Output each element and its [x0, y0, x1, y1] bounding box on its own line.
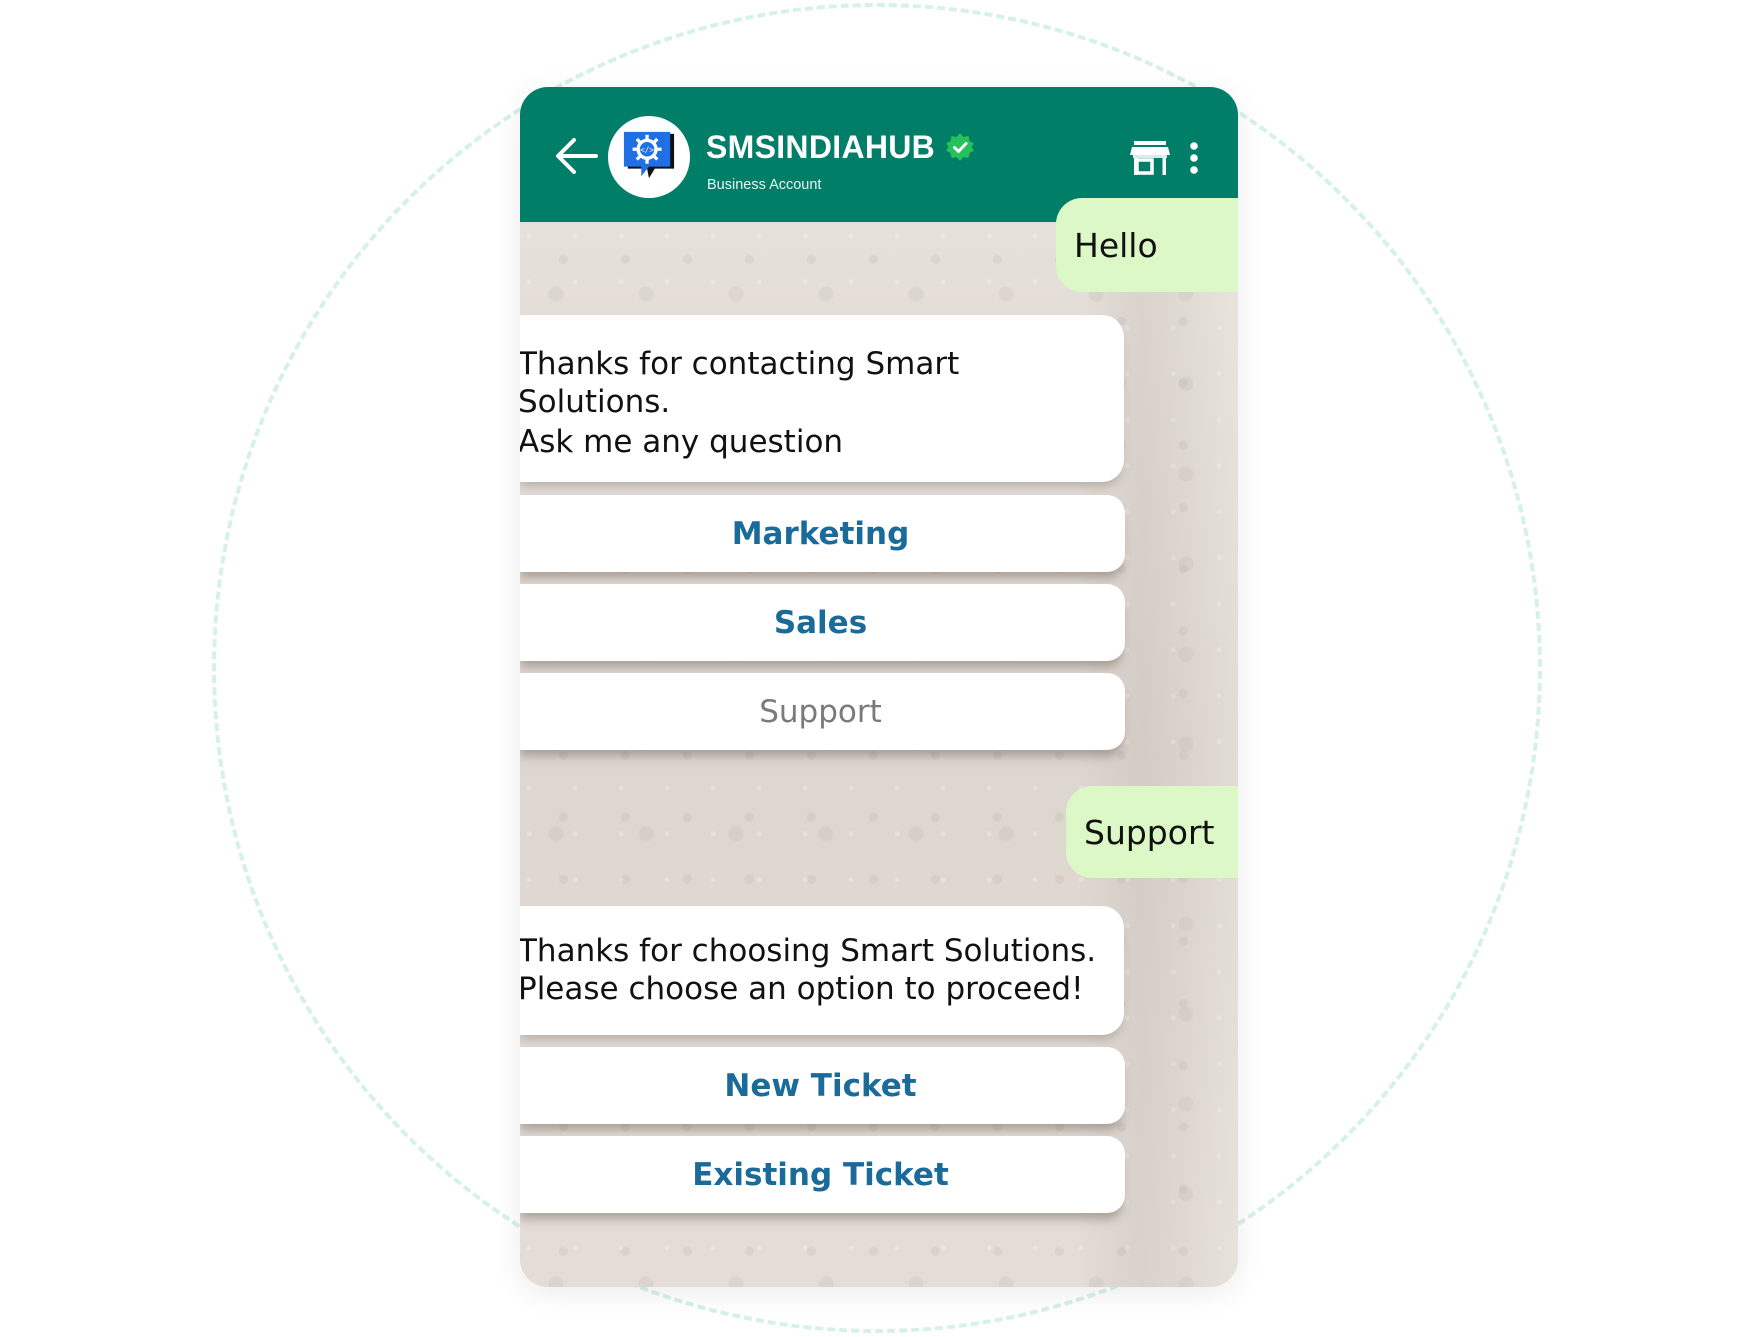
- quick-reply-support[interactable]: Support: [520, 673, 1125, 750]
- quick-reply-sales[interactable]: Sales: [520, 584, 1125, 661]
- button-label: Existing Ticket: [692, 1156, 949, 1193]
- business-name: SMSINDIAHUB: [706, 129, 936, 165]
- message-line: Solutions.: [520, 384, 671, 420]
- quick-reply-marketing[interactable]: Marketing: [520, 495, 1125, 572]
- button-label: Sales: [773, 604, 868, 641]
- button-label: New Ticket: [724, 1067, 917, 1104]
- button-label: Support: [759, 693, 882, 730]
- message-line: Please choose an option to proceed!: [520, 971, 1084, 1007]
- incoming-message: Thanks for contacting Smart Solutions. A…: [520, 315, 1124, 482]
- svg-text:</>: </>: [640, 146, 654, 155]
- back-arrow-icon[interactable]: [554, 137, 598, 175]
- button-label: Marketing: [731, 515, 910, 552]
- quick-reply-new-ticket[interactable]: New Ticket: [520, 1047, 1125, 1124]
- outgoing-message: Hello: [1056, 198, 1238, 292]
- message-text: Hello: [1074, 225, 1158, 265]
- message-text: Support: [1084, 812, 1215, 852]
- incoming-message: Thanks for choosing Smart Solutions. Ple…: [520, 906, 1124, 1035]
- outgoing-message: Support: [1066, 786, 1238, 878]
- more-options-icon[interactable]: [1188, 141, 1200, 175]
- verified-badge-icon: [945, 132, 975, 162]
- avatar[interactable]: </>: [608, 116, 690, 198]
- chat-window: </> SMSINDIAHUB Business Account Hello T…: [520, 87, 1238, 1287]
- avatar-logo-icon: </>: [623, 131, 675, 179]
- message-line: Thanks for contacting Smart: [520, 346, 960, 382]
- store-icon[interactable]: [1130, 141, 1170, 175]
- account-type-label: Business Account: [707, 177, 822, 193]
- message-line: Ask me any question: [520, 424, 844, 460]
- quick-reply-existing-ticket[interactable]: Existing Ticket: [520, 1136, 1125, 1213]
- message-line: Thanks for choosing Smart Solutions.: [520, 933, 1097, 969]
